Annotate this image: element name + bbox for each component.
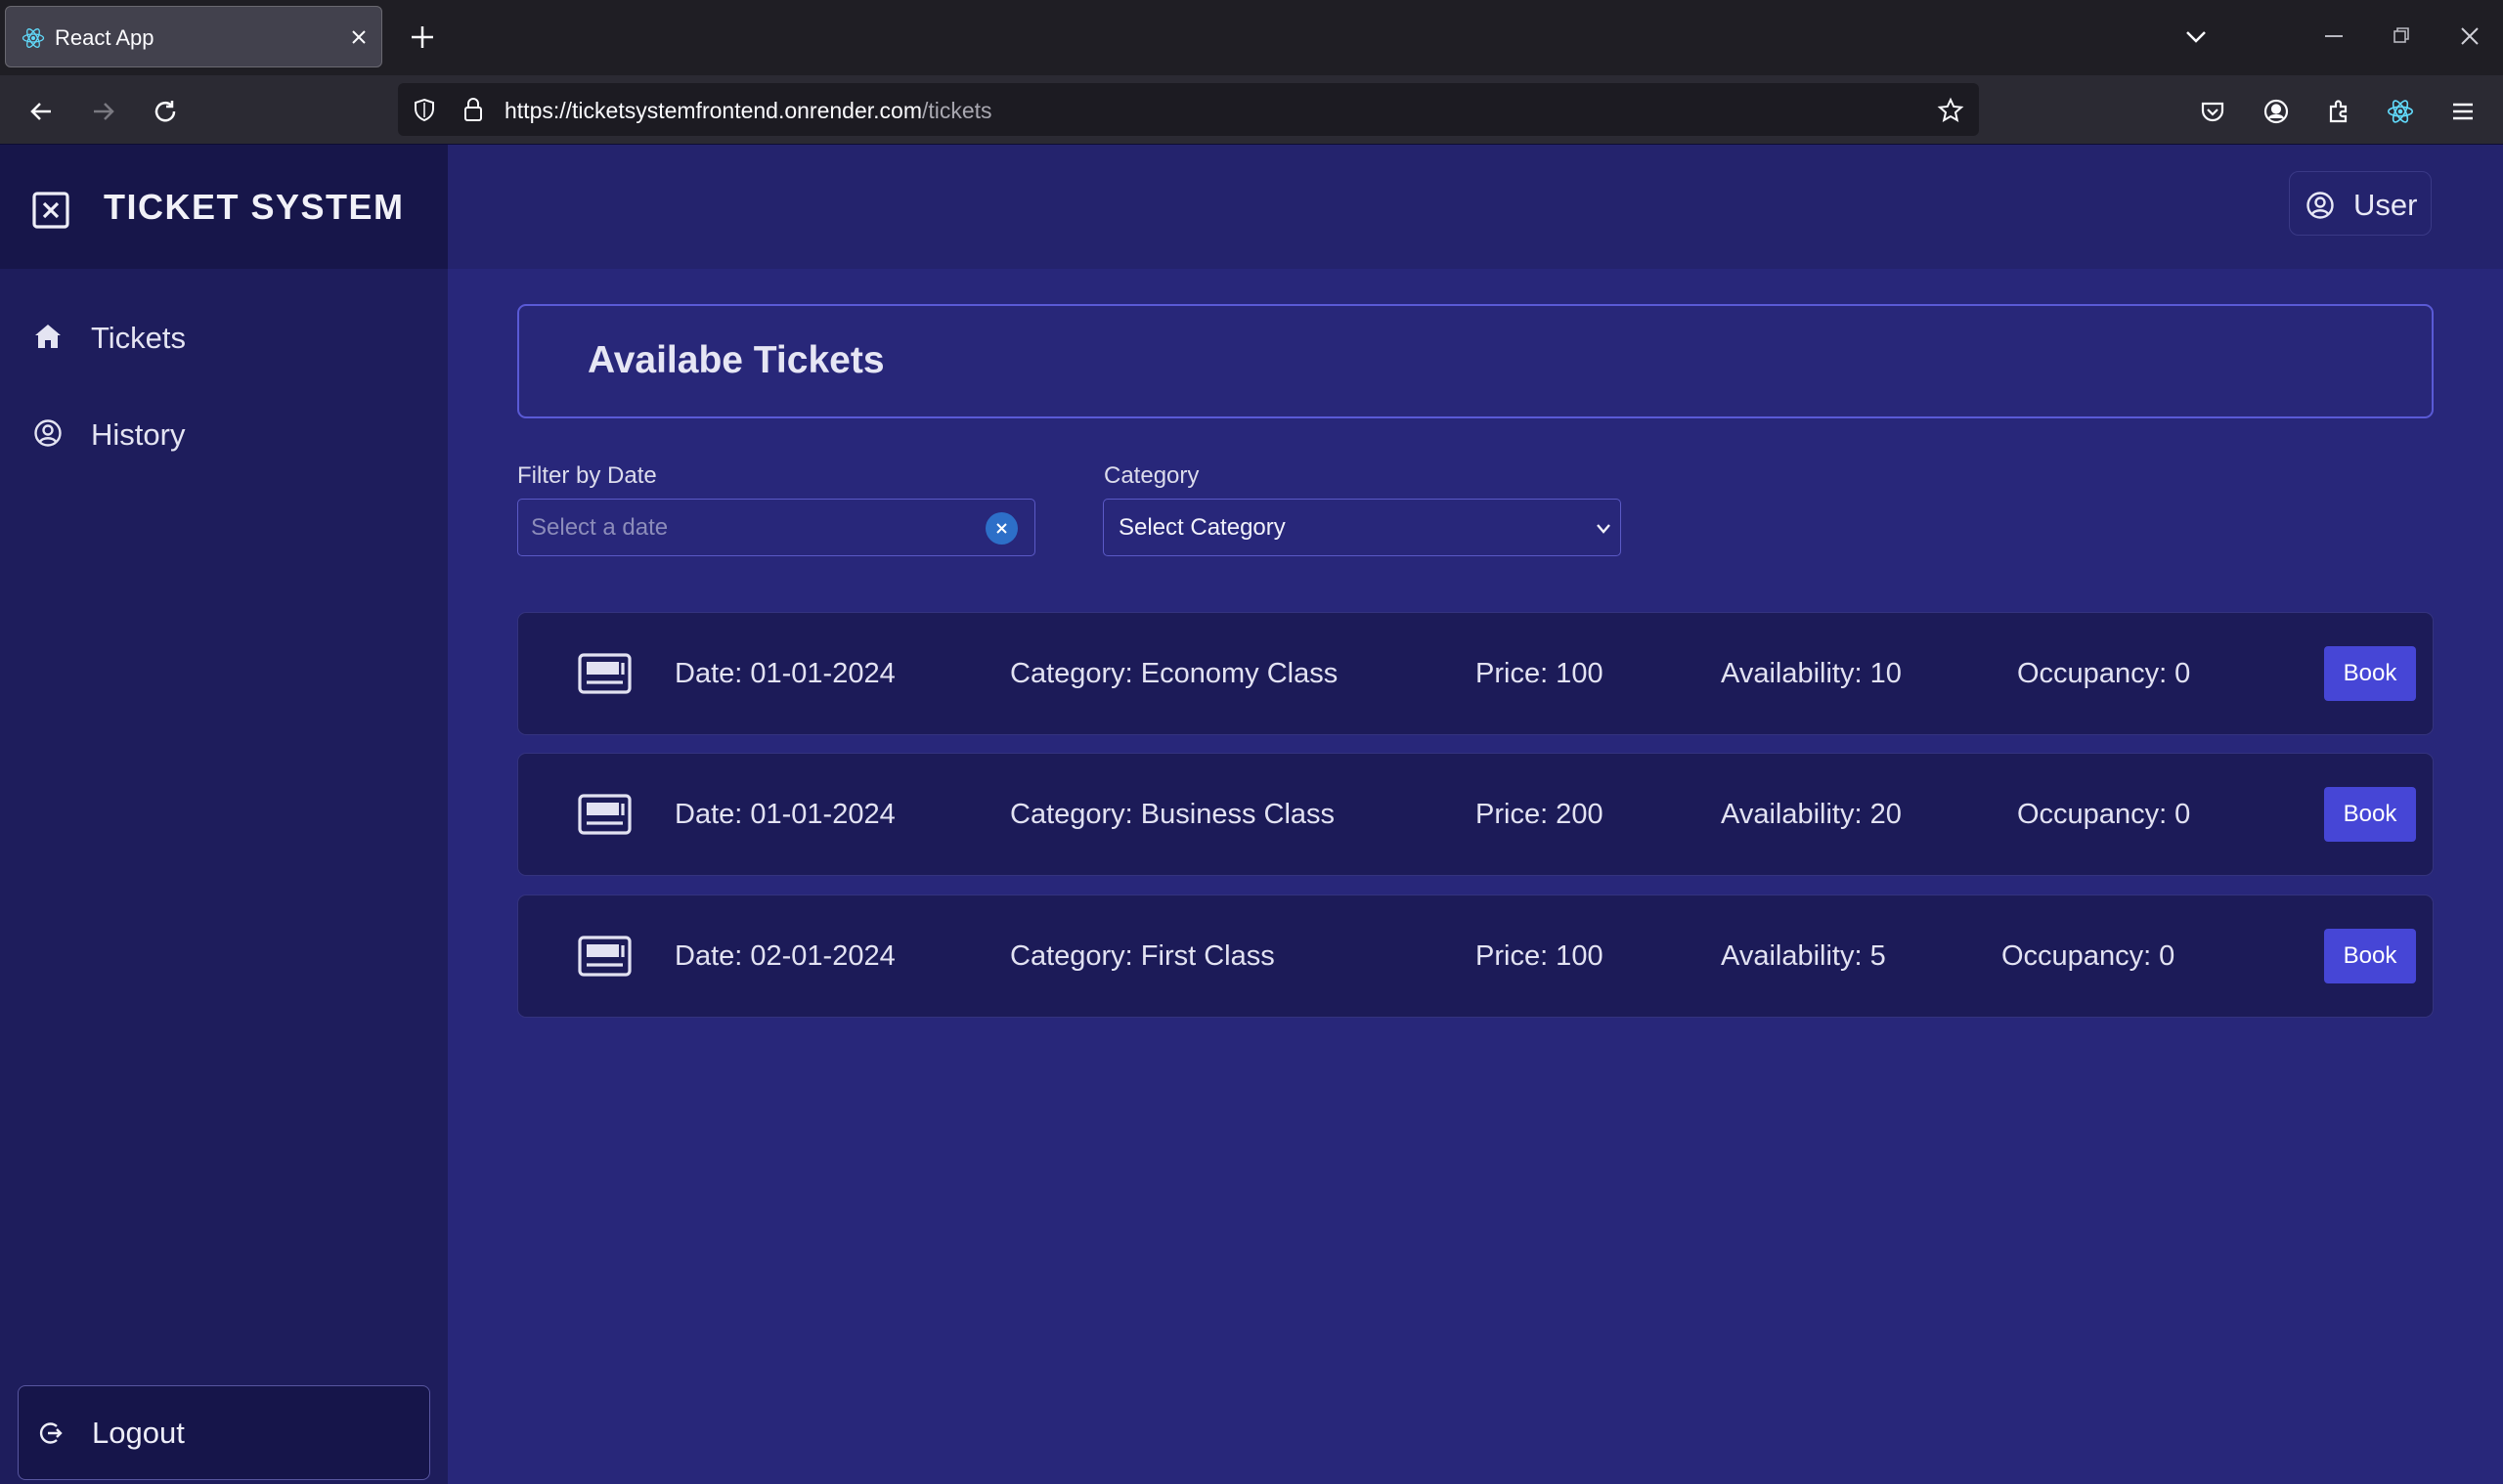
restore-icon[interactable] [2392,25,2411,45]
bookmark-star-icon[interactable] [1937,97,1964,124]
tab-title: React App [55,25,154,50]
book-button[interactable]: Book [2324,787,2416,842]
user-circle-icon [33,418,63,448]
ticket-date: Date: 01-01-2024 [675,658,896,689]
book-button[interactable]: Book [2324,929,2416,983]
user-label: User [2353,188,2418,222]
new-tab-plus-icon[interactable] [409,23,436,51]
chevron-down-icon[interactable] [2183,24,2209,50]
url-text: https://ticketsystemfrontend.onrender.co… [505,98,992,124]
pocket-icon[interactable] [2199,98,2226,125]
url-host: https://ticketsystemfrontend.onrender.co… [505,98,922,123]
category-select[interactable]: Select Category [1103,499,1621,556]
browser-tab[interactable]: React App [5,6,382,67]
forward-arrow-icon[interactable] [90,98,117,125]
logout-button[interactable]: Logout [18,1385,430,1480]
filter-date-label: Filter by Date [517,462,657,489]
ticket-occupancy: Occupancy: 0 [2001,940,2175,972]
ticket-availability: Availability: 10 [1721,658,1902,689]
ticket-price: Price: 200 [1475,799,1603,830]
ticket-date: Date: 02-01-2024 [675,940,896,972]
ticket-date: Date: 01-01-2024 [675,799,896,830]
hamburger-menu-icon[interactable] [2449,98,2477,125]
shield-icon[interactable] [412,97,437,122]
browser-tabbar: React App [0,0,2503,75]
page-title-card: Availabe Tickets [517,304,2434,418]
category-label: Category [1104,462,1200,489]
react-devtools-icon[interactable] [2387,98,2414,125]
ticket-category: Category: Economy Class [1010,658,1339,689]
back-arrow-icon[interactable] [27,98,55,125]
book-button[interactable]: Book [2324,646,2416,701]
url-path: /tickets [921,98,992,123]
ticket-occupancy: Occupancy: 0 [2017,658,2191,689]
close-square-icon[interactable] [31,191,70,230]
account-icon[interactable] [2262,98,2290,125]
page-title: Availabe Tickets [588,339,885,381]
ticket-price: Price: 100 [1475,940,1603,972]
brand-title: TICKET SYSTEM [104,187,405,227]
user-circle-icon [2305,191,2335,220]
ticket-row: Date: 01-01-2024 Category: Economy Class… [517,612,2434,735]
clear-date-button[interactable] [986,512,1018,545]
react-logo-icon [22,26,45,50]
ticket-row: Date: 02-01-2024 Category: First Class P… [517,895,2434,1018]
address-bar[interactable]: https://ticketsystemfrontend.onrender.co… [398,83,1979,136]
extensions-puzzle-icon[interactable] [2325,98,2352,125]
ticket-icon [578,794,632,835]
ticket-availability: Availability: 5 [1721,940,1886,972]
date-placeholder: Select a date [531,514,669,541]
browser-navbar: https://ticketsystemfrontend.onrender.co… [0,75,2503,145]
sidebar-item-label: History [91,417,186,452]
home-icon [33,322,63,351]
ticket-icon [578,653,632,694]
ticket-availability: Availability: 20 [1721,799,1902,830]
logout-icon [37,1419,65,1447]
reload-icon[interactable] [152,98,179,125]
ticket-row: Date: 01-01-2024 Category: Business Clas… [517,753,2434,876]
chevron-down-icon [1596,523,1611,535]
ticket-category: Category: Business Class [1010,799,1336,830]
sidebar-item-tickets[interactable]: Tickets [0,301,448,370]
date-filter-input[interactable]: Select a date [517,499,1035,556]
ticket-category: Category: First Class [1010,940,1275,972]
sidebar-item-history[interactable]: History [0,398,448,466]
category-selected-value: Select Category [1119,514,1286,541]
user-menu-button[interactable]: User [2289,171,2432,236]
ticket-icon [578,936,632,977]
top-header: User [448,145,2503,269]
lock-icon[interactable] [461,96,486,123]
sidebar: TICKET SYSTEM Tickets History Logout [0,145,448,1484]
ticket-occupancy: Occupancy: 0 [2017,799,2191,830]
minimize-icon[interactable] [2325,35,2343,37]
sidebar-item-label: Tickets [91,321,187,355]
close-icon[interactable] [348,26,370,48]
ticket-price: Price: 100 [1475,658,1603,689]
brand-header: TICKET SYSTEM [0,145,448,269]
window-close-icon[interactable] [2459,25,2481,47]
logout-label: Logout [92,1416,185,1450]
